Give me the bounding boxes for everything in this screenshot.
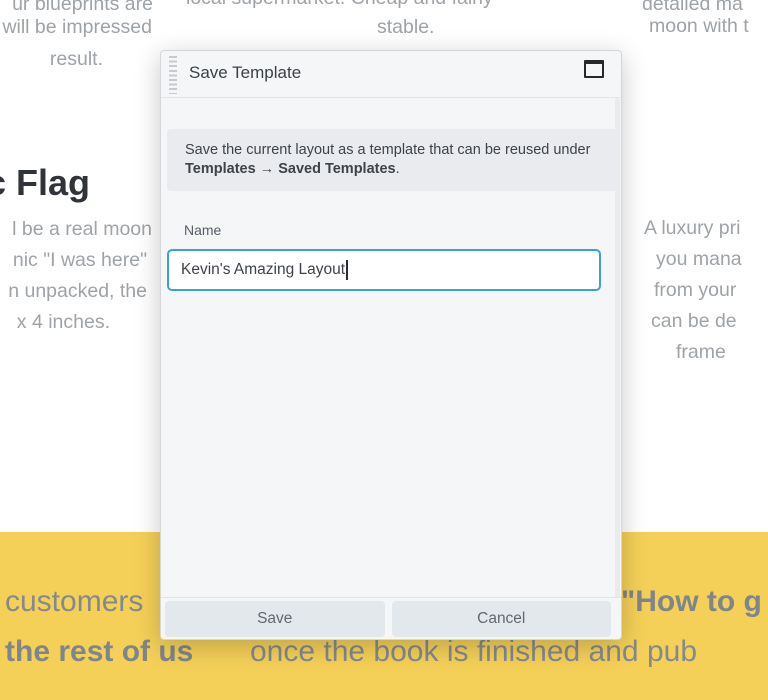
name-input[interactable]: Kevin's Amazing Layout — [167, 249, 601, 291]
dialog-header: Save Template — [161, 51, 621, 98]
banner-text: "How to g — [621, 585, 762, 618]
info-text-suffix: . — [395, 161, 400, 177]
drag-handle-icon[interactable] — [169, 56, 177, 94]
bg-text-line: result. — [49, 48, 103, 70]
info-banner: Save the current layout as a template th… — [167, 129, 617, 191]
bg-text-line: moon with t — [649, 15, 749, 37]
bg-text-line: l be a real moon — [12, 218, 152, 240]
bg-text-line: local supermarket. Cheap and fairly — [186, 0, 493, 10]
bg-text-line: A luxury pri — [644, 217, 741, 239]
info-text-bold: Templates → Saved Templates — [185, 161, 396, 177]
name-field-label: Name — [184, 222, 222, 238]
dialog-title: Save Template — [189, 63, 302, 82]
bg-text-line: nic "I was here" — [12, 249, 147, 271]
save-button[interactable]: Save — [165, 600, 385, 637]
bg-text-line: you mana — [656, 248, 742, 270]
dialog-footer: Save Cancel — [161, 597, 621, 639]
bg-text-line: from your — [654, 279, 737, 301]
bg-text-line: frame — [676, 341, 726, 363]
bg-text-line: detailed ma — [642, 0, 743, 15]
window-popout-icon[interactable] — [584, 60, 604, 78]
info-text: Save the current layout as a template th… — [185, 142, 591, 158]
bg-text-line: ur blueprints are — [12, 0, 153, 15]
cancel-button[interactable]: Cancel — [391, 600, 611, 637]
bg-section-heading: c Flag — [0, 162, 91, 203]
bg-text-line: n unpacked, the — [8, 280, 147, 302]
banner-text: customers — [5, 585, 144, 618]
name-input-value: Kevin's Amazing Layout — [181, 261, 346, 278]
bg-text-line: stable. — [377, 16, 435, 38]
bg-text-line: will be impressed — [2, 16, 152, 38]
save-template-dialog: Save Template Save the current layout as… — [160, 50, 622, 640]
text-caret — [346, 260, 348, 280]
bg-text-line: x 4 inches. — [16, 311, 110, 333]
bg-text-line: can be de — [651, 310, 737, 332]
